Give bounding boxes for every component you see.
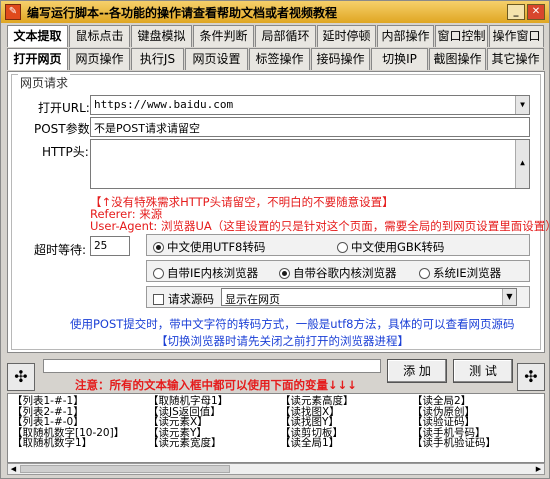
radio-icon [153,267,164,279]
tab-condition[interactable]: 条件判断 [193,25,254,47]
progress-bar [43,359,381,373]
utf8-radio[interactable]: 中文使用UTF8转码 [153,239,265,255]
minimize-button[interactable]: _ [507,4,525,20]
tab-keyboard[interactable]: 键盘模拟 [131,25,192,47]
variable-column-4: 【读全局2】 【读伪原创】 【读验证码】 【读手机号码】 【读手机验证码】 [412,396,496,449]
system-browser-label: 系统IE浏览器 [433,266,502,280]
request-group: 网页请求 打开URL: https://www.baidu.com ▼ POST… [11,74,550,350]
tab-page-settings[interactable]: 网页设置 [185,48,248,70]
tab-row-secondary: 打开网页 网页操作 执行JS 网页设置 标签操作 接码操作 切换IP 截图操作 … [7,48,545,70]
action-bar: ✣ 注意：所有的文本输入框中都可以使用下面的变量↓↓↓ 添 加 测 试 ✣ [7,357,545,393]
tab-code-operate[interactable]: 接码操作 [311,48,370,70]
tab-other[interactable]: 其它操作 [487,48,544,70]
tab-delay[interactable]: 延时停顿 [317,25,376,47]
variable-list: 【列表1-#-1】 【列表2-#-1】 【列表1-#-0】 【取随机数字[10-… [7,393,545,463]
variable-note: 注意：所有的文本输入框中都可以使用下面的变量↓↓↓ [75,378,357,392]
system-browser-radio[interactable]: 系统IE浏览器 [419,265,501,281]
chrome-browser-label: 自带谷歌内核浏览器 [293,266,397,280]
http-label: HTTP头: [42,145,89,159]
app-window: ✎ 编写运行脚本--各功能的操作请查看帮助文档或者视频教程 _ ✕ 文本提取 鼠… [0,0,550,479]
encoding-options: 中文使用UTF8转码 中文使用GBK转码 [146,234,530,256]
radio-icon [419,267,430,279]
post-label: POST参数: [34,122,94,136]
close-button[interactable]: ✕ [527,4,545,20]
app-icon: ✎ [5,4,21,20]
browser-hint: 【切换浏览器时请先关闭之前打开的浏览器进程】 [156,334,409,348]
variable-item[interactable]: 【读元素X】 [148,417,228,428]
tab-open-page[interactable]: 打开网页 [7,48,68,70]
variable-item[interactable]: 【读元素宽度】 [148,438,228,449]
tab-mouse-click[interactable]: 鼠标点击 [69,25,130,47]
scroll-right-icon[interactable]: ▶ [533,464,544,474]
radio-icon [279,267,290,279]
scroll-left-icon[interactable]: ◀ [8,464,19,474]
radio-icon [153,241,164,253]
variable-item[interactable]: 【读全局2】 [412,396,496,407]
url-input[interactable]: https://www.baidu.com ▼ [90,95,530,115]
tab-page-operate[interactable]: 网页操作 [69,48,130,70]
tab-loop[interactable]: 局部循环 [255,25,316,47]
tab-window-control[interactable]: 窗口控制 [435,25,488,47]
timeout-input[interactable]: 25 [90,236,130,256]
chrome-browser-radio[interactable]: 自带谷歌内核浏览器 [279,265,397,281]
group-title: 网页请求 [18,74,71,91]
variable-item[interactable]: 【列表1-#-0】 [12,417,124,428]
variable-column-1: 【列表1-#-1】 【列表2-#-1】 【列表1-#-0】 【取随机数字[10-… [12,396,124,449]
radio-icon [337,241,348,253]
variable-item[interactable]: 【读全局1】 [280,438,354,449]
browser-options: 自带IE内核浏览器 自带谷歌内核浏览器 系统IE浏览器 [146,260,530,282]
post-value: 不是POST请求请留空 [94,122,200,135]
window-title: 编写运行脚本--各功能的操作请查看帮助文档或者视频教程 [27,5,337,20]
variable-item[interactable]: 【读元素高度】 [280,396,354,407]
variable-item[interactable]: 【取随机字母1】 [148,396,228,407]
horizontal-scrollbar[interactable]: ◀ ▶ [7,463,545,475]
http-header-input[interactable]: ▲ [90,139,530,189]
gbk-label: 中文使用GBK转码 [351,240,445,254]
utf8-label: 中文使用UTF8转码 [167,240,266,254]
variable-column-2: 【取随机字母1】 【读JS返回值】 【读元素X】 【读元素Y】 【读元素宽度】 [148,396,228,449]
chevron-down-icon[interactable]: ▼ [502,289,516,305]
post-input[interactable]: 不是POST请求请留空 [90,117,530,137]
test-button[interactable]: 测 试 [453,359,513,383]
add-button[interactable]: 添 加 [387,359,447,383]
title-bar: ✎ 编写运行脚本--各功能的操作请查看帮助文档或者视频教程 _ ✕ [1,1,549,23]
scroll-thumb[interactable] [20,465,230,473]
ua-note: User-Agent: 浏览器UA（这里设置的只是针对这个页面，需要全局的到网页… [90,219,550,233]
url-dropdown-icon[interactable]: ▼ [515,96,529,114]
tab-label-operate[interactable]: 标签操作 [249,48,310,70]
right-nav-icon[interactable]: ✣ [517,363,545,391]
ie-browser-radio[interactable]: 自带IE内核浏览器 [153,265,258,281]
variable-item[interactable]: 【取随机数字1】 [12,438,124,449]
timeout-label: 超时等待: [34,243,87,257]
checkbox-icon [153,293,164,305]
tab-internal[interactable]: 内部操作 [377,25,434,47]
source-display-value: 显示在网页 [225,293,280,306]
open-page-panel: 网页请求 打开URL: https://www.baidu.com ▼ POST… [7,71,550,353]
post-hint: 使用POST提交时，带中文字符的转码方式，一般是utf8方法，具体的可以查看网页… [70,317,515,331]
request-source-checkbox[interactable]: 请求源码 [153,291,214,307]
tab-row-primary: 文本提取 鼠标点击 键盘模拟 条件判断 局部循环 延时停顿 内部操作 窗口控制 … [7,25,545,47]
source-options: 请求源码 显示在网页 ▼ [146,286,530,308]
request-source-label: 请求源码 [168,292,214,306]
variable-item[interactable]: 【读找图Y】 [280,417,354,428]
tab-text-extract[interactable]: 文本提取 [7,25,68,47]
ie-browser-label: 自带IE内核浏览器 [167,266,259,280]
http-scroll-icon[interactable]: ▲ [515,140,529,188]
variable-item[interactable]: 【列表1-#-1】 [12,396,124,407]
variable-column-3: 【读元素高度】 【读找图X】 【读找图Y】 【读剪切板】 【读全局1】 [280,396,354,449]
timeout-value: 25 [94,239,108,252]
left-nav-icon[interactable]: ✣ [7,363,35,391]
gbk-radio[interactable]: 中文使用GBK转码 [337,239,444,255]
tab-exec-js[interactable]: 执行JS [131,48,184,70]
variable-item[interactable]: 【读手机验证码】 [412,438,496,449]
variable-item[interactable]: 【读验证码】 [412,417,496,428]
tab-screenshot[interactable]: 截图操作 [429,48,486,70]
url-label: 打开URL: [38,101,90,115]
source-display-select[interactable]: 显示在网页 ▼ [221,288,517,306]
tab-switch-ip[interactable]: 切换IP [371,48,428,70]
tab-operate-window[interactable]: 操作窗口 [489,25,544,47]
url-value: https://www.baidu.com [94,98,234,111]
